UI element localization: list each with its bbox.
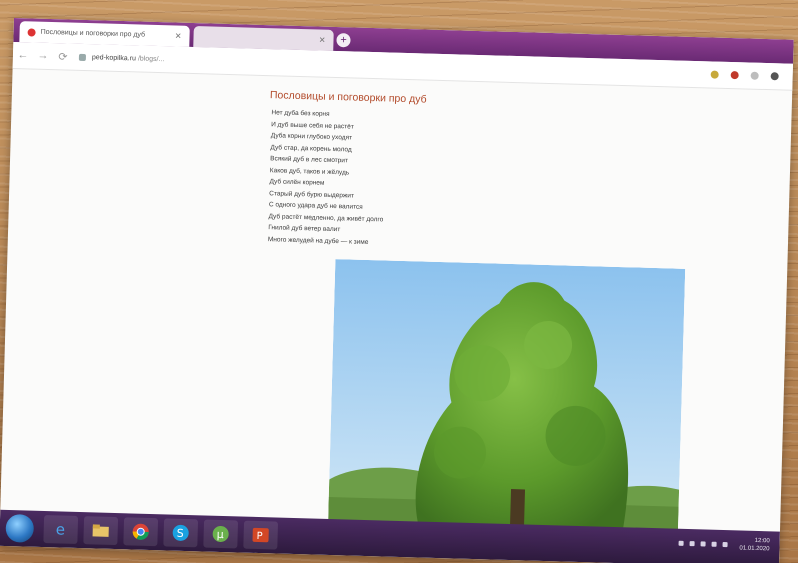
utorrent-icon[interactable]: µ bbox=[203, 519, 239, 549]
star-icon[interactable] bbox=[710, 70, 719, 79]
address-domain: ped-kopilka.ru bbox=[91, 53, 136, 62]
list-item: Много желудей на дубе — к зиме bbox=[267, 235, 369, 246]
tray-icon[interactable] bbox=[678, 540, 684, 546]
back-button[interactable]: ← bbox=[13, 49, 33, 62]
extension-icon[interactable] bbox=[750, 71, 759, 80]
system-tray: 12:00 01.01.2020 bbox=[678, 535, 770, 554]
svg-text:µ: µ bbox=[216, 528, 223, 541]
menu-icon[interactable] bbox=[770, 72, 779, 81]
network-icon[interactable] bbox=[711, 541, 717, 547]
powerpoint-icon[interactable]: P bbox=[243, 520, 279, 550]
forward-button[interactable]: → bbox=[33, 50, 53, 63]
skype-icon[interactable]: S bbox=[163, 518, 199, 548]
clock-date: 01.01.2020 bbox=[739, 545, 770, 553]
new-tab-button[interactable]: + bbox=[336, 33, 351, 48]
close-tab-icon[interactable]: ✕ bbox=[319, 36, 326, 45]
oak-tree-photo bbox=[328, 259, 686, 531]
reload-button[interactable]: ⟳ bbox=[53, 50, 73, 64]
tray-icon[interactable] bbox=[700, 540, 706, 547]
site-favicon-icon bbox=[27, 27, 36, 37]
chrome-icon[interactable] bbox=[123, 517, 159, 547]
address-path: /blogs/... bbox=[137, 54, 165, 63]
clock[interactable]: 12:00 01.01.2020 bbox=[739, 536, 769, 553]
lock-icon bbox=[78, 53, 87, 61]
proverb-list: Нет дуба без корня И дуб выше себя не ра… bbox=[268, 107, 387, 248]
tray-icon[interactable] bbox=[689, 540, 695, 546]
page-title: Пословицы и поговорки про дуб bbox=[269, 89, 427, 106]
svg-text:e: e bbox=[55, 521, 65, 537]
close-tab-icon[interactable]: ✕ bbox=[175, 32, 182, 41]
monitor-screen: Пословицы и поговорки про дуб ✕ ✕ + ← → … bbox=[0, 18, 794, 563]
file-explorer-icon[interactable] bbox=[83, 516, 119, 546]
extension-icon[interactable] bbox=[730, 71, 739, 80]
tab-title: Пословицы и поговорки про дуб bbox=[40, 28, 146, 39]
svg-text:S: S bbox=[176, 527, 183, 540]
start-button[interactable] bbox=[5, 513, 35, 543]
internet-explorer-icon[interactable]: e bbox=[43, 515, 79, 544]
svg-text:P: P bbox=[256, 531, 262, 542]
volume-icon[interactable] bbox=[722, 541, 728, 547]
